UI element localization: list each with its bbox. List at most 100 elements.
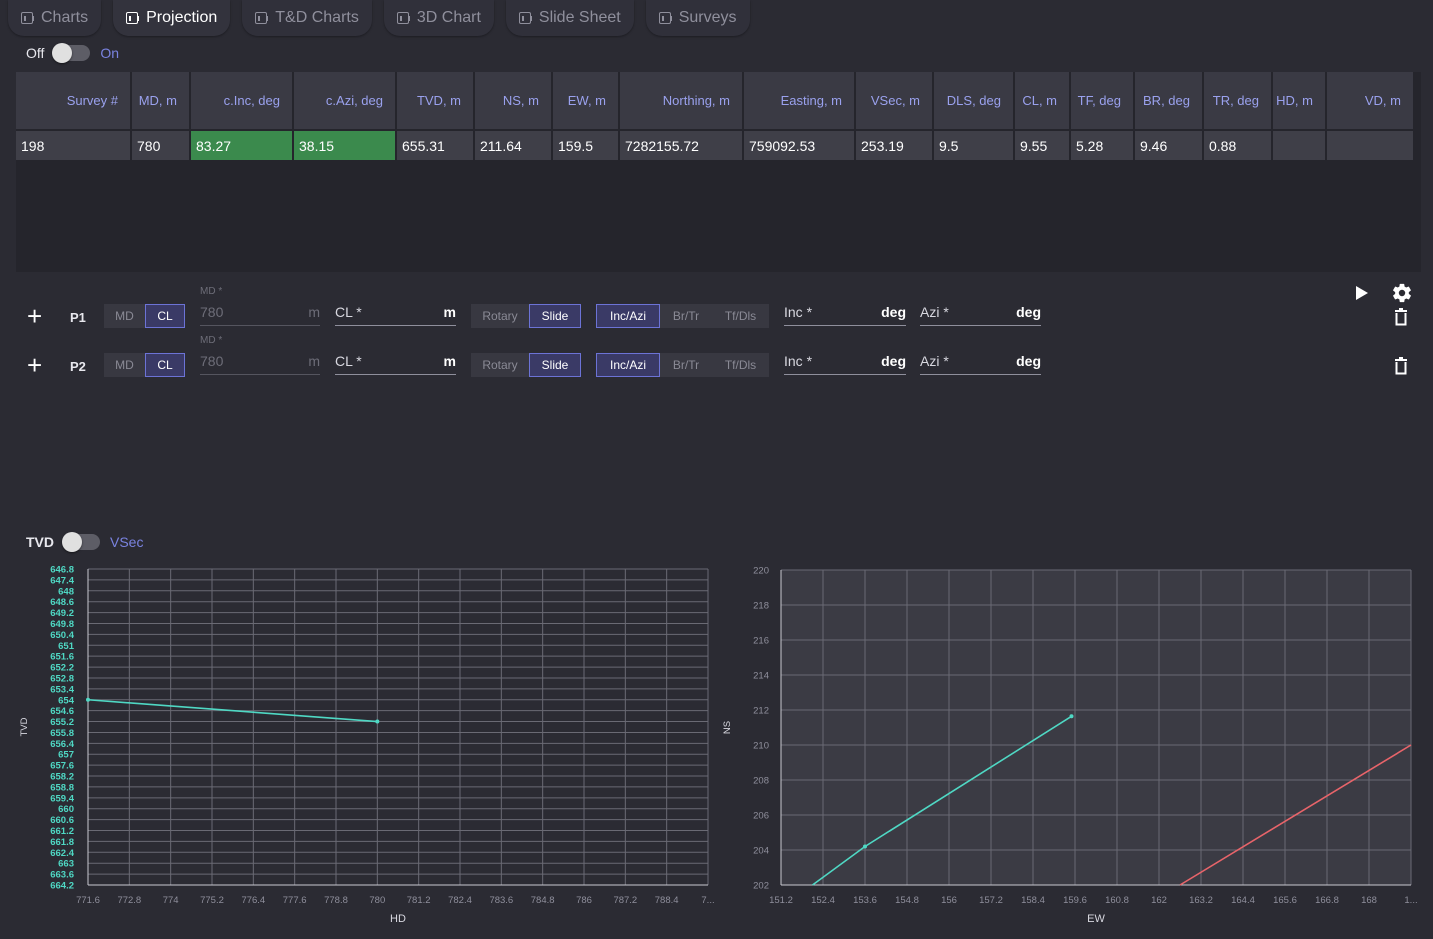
header-tf[interactable]: TF, deg	[1071, 72, 1133, 129]
x-tick-label: 163.2	[1189, 895, 1213, 906]
header-vsec[interactable]: VSec, m	[856, 72, 932, 129]
x-tick-label: 160.8	[1105, 895, 1129, 906]
cell-northing: 7282155.72	[620, 131, 742, 160]
tab-projection[interactable]: Projection	[113, 0, 231, 36]
brtr-option[interactable]: Br/Tr	[660, 304, 712, 328]
md-field[interactable]: MD * 780 m	[200, 286, 320, 326]
inc-field-unit: deg	[881, 304, 906, 320]
md-field-unit: m	[308, 304, 320, 320]
cl-field[interactable]: CL * m	[335, 302, 456, 326]
md-field-value: 780	[200, 353, 224, 369]
header-br[interactable]: BR, deg	[1135, 72, 1202, 129]
survey-table-panel: Survey # MD, m c.Inc, deg c.Azi, deg TVD…	[16, 72, 1421, 272]
x-tick-label: 777.6	[283, 895, 307, 906]
cell-tvd: 655.31	[397, 131, 473, 160]
y-tick-label: 660.6	[50, 815, 74, 826]
y-tick-label: 658.8	[50, 782, 74, 793]
y-tick-label: 660	[58, 804, 74, 815]
inc-field[interactable]: Inc * deg	[784, 302, 906, 326]
cell-dls: 9.5	[934, 131, 1013, 160]
tab-label: Projection	[146, 9, 218, 26]
cell-azi[interactable]: 38.15	[294, 131, 395, 160]
x-tick-label: 7...	[701, 895, 714, 906]
incazi-option[interactable]: Inc/Azi	[596, 304, 660, 328]
mode-toggle[interactable]	[52, 43, 91, 63]
cell-md: 780	[132, 131, 189, 160]
chart-axis-toggle[interactable]	[62, 532, 100, 552]
rotary-option[interactable]: Rotary	[471, 304, 529, 328]
tfdls-option[interactable]: Tf/Dls	[712, 304, 769, 328]
cell-vd	[1327, 131, 1413, 160]
incazi-option[interactable]: Inc/Azi	[596, 353, 660, 377]
header-survey[interactable]: Survey #	[16, 72, 130, 129]
y-tick-label: 647.4	[50, 575, 74, 586]
md-option[interactable]: MD	[104, 304, 145, 328]
x-tick-label: 775.2	[200, 895, 224, 906]
x-axis-title: EW	[1087, 913, 1105, 925]
y-tick-label: 652.8	[50, 673, 74, 684]
chart-icon	[255, 12, 269, 24]
header-azi[interactable]: c.Azi, deg	[294, 72, 395, 129]
header-md[interactable]: MD, m	[132, 72, 189, 129]
y-tick-label: 652.2	[50, 663, 74, 674]
md-field-label: MD *	[200, 286, 223, 297]
y-tick-label: 662.4	[50, 848, 74, 859]
x-tick-label: 784.8	[531, 895, 555, 906]
y-tick-label: 216	[753, 636, 769, 647]
cl-field[interactable]: CL * m	[335, 351, 456, 375]
header-tvd[interactable]: TVD, m	[397, 72, 473, 129]
cl-option[interactable]: CL	[145, 304, 185, 328]
header-dls[interactable]: DLS, deg	[934, 72, 1013, 129]
x-tick-label: 166.8	[1315, 895, 1339, 906]
tvd-hd-chart[interactable]: 771.6 772.8 774 775.2 776.4 777.6 778.8 780 781.…	[0, 556, 716, 939]
x-tick-label: 782.4	[448, 895, 472, 906]
x-tick-label: 153.6	[853, 895, 877, 906]
slide-option[interactable]: Slide	[529, 353, 581, 377]
inc-field[interactable]: Inc * deg	[784, 351, 906, 375]
inc-field-label: Inc *	[784, 353, 813, 369]
y-tick-label: 651.6	[50, 652, 74, 663]
header-northing[interactable]: Northing, m	[620, 72, 742, 129]
cell-hd	[1273, 131, 1325, 160]
chart-icon	[126, 12, 140, 24]
header-ns[interactable]: NS, m	[475, 72, 551, 129]
table-row[interactable]: 198 780 83.27 38.15 655.31 211.64 159.5 …	[16, 131, 1413, 160]
header-tr[interactable]: TR, deg	[1204, 72, 1271, 129]
md-field[interactable]: MD * 780 m	[200, 335, 320, 375]
header-easting[interactable]: Easting, m	[744, 72, 854, 129]
tab-surveys[interactable]: Surveys	[645, 0, 750, 36]
header-cl[interactable]: CL, m	[1015, 72, 1069, 129]
plan-row-p2: + P2 MD CL MD * 780 m CL * m Rotary Slid…	[0, 335, 1433, 387]
cl-option[interactable]: CL	[145, 353, 185, 377]
md-option[interactable]: MD	[104, 353, 145, 377]
cell-ns: 211.64	[475, 131, 551, 160]
tab-charts[interactable]: Charts	[8, 0, 102, 36]
tab-3d-chart[interactable]: 3D Chart	[383, 0, 494, 36]
y-tick-label: 220	[753, 566, 769, 577]
slide-option[interactable]: Slide	[529, 304, 581, 328]
y-tick-label: 208	[753, 776, 769, 787]
header-vd[interactable]: VD, m	[1327, 72, 1413, 129]
x-tick-label: 780	[369, 895, 385, 906]
header-hd[interactable]: HD, m	[1273, 72, 1325, 129]
rotary-option[interactable]: Rotary	[471, 353, 529, 377]
azi-field[interactable]: Azi * deg	[920, 351, 1041, 375]
tab-label: Slide Sheet	[538, 9, 621, 26]
brtr-option[interactable]: Br/Tr	[660, 353, 712, 377]
trash-icon[interactable]	[1394, 308, 1408, 326]
md-cl-switch: MD CL	[104, 304, 185, 328]
ns-ew-chart[interactable]: 151.2 152.4 153.6 154.8 156 157.2 158.4 159.6 16…	[716, 556, 1433, 939]
cell-inc[interactable]: 83.27	[191, 131, 292, 160]
chart-icon	[396, 12, 410, 24]
add-plan-icon[interactable]: +	[27, 303, 42, 329]
add-plan-icon[interactable]: +	[27, 352, 42, 378]
x-tick-label: 165.6	[1273, 895, 1297, 906]
azi-field[interactable]: Azi * deg	[920, 302, 1041, 326]
tab-slide-sheet[interactable]: Slide Sheet	[505, 0, 634, 36]
header-ew[interactable]: EW, m	[553, 72, 618, 129]
header-inc[interactable]: c.Inc, deg	[191, 72, 292, 129]
tfdls-option[interactable]: Tf/Dls	[712, 353, 769, 377]
tab-td-charts[interactable]: T&D Charts	[242, 0, 372, 36]
y-tick-label: 218	[753, 601, 769, 612]
trash-icon[interactable]	[1394, 357, 1408, 375]
